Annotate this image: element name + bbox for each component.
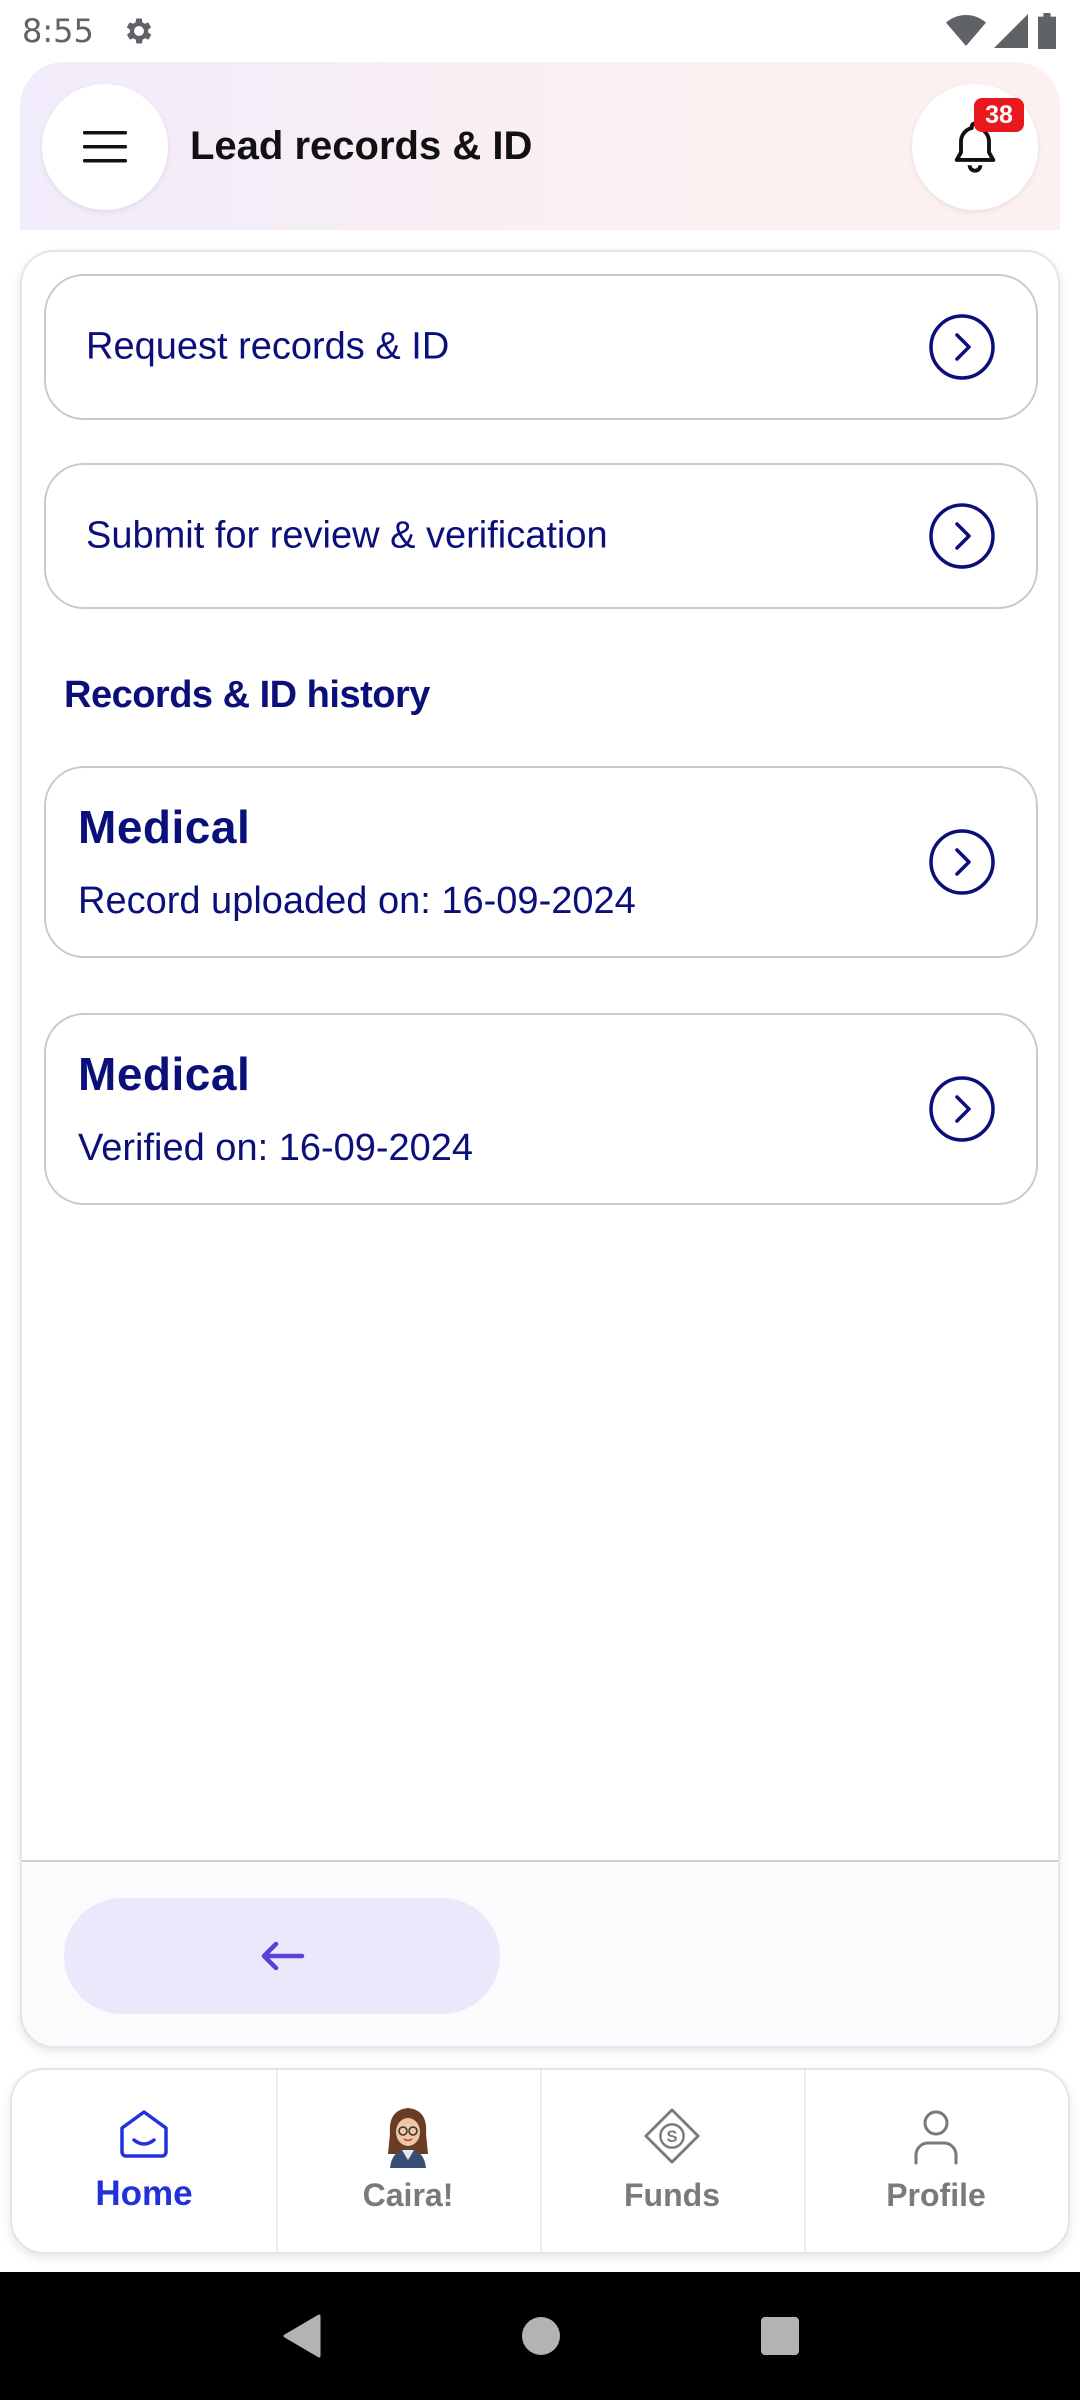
submit-review-card[interactable]: Submit for review & verification [44, 463, 1038, 609]
main-panel: Request records & ID Submit for review &… [20, 250, 1060, 2048]
history-item-title: Medical [78, 801, 251, 853]
request-records-card[interactable]: Request records & ID [44, 274, 1038, 420]
history-item-date: Verified on: 16-09-2024 [78, 1127, 474, 1169]
panel-footer [22, 1860, 1058, 2046]
submit-review-label: Submit for review & verification [86, 514, 608, 557]
notifications-button[interactable]: 38 [912, 84, 1038, 210]
arrow-left-icon [261, 1941, 305, 1971]
system-back-icon[interactable] [279, 2312, 323, 2360]
svg-text:S: S [667, 2128, 678, 2146]
chevron-right-circle-icon [929, 503, 995, 569]
chevron-right-circle-icon [929, 1076, 995, 1142]
system-recents-icon[interactable] [759, 2315, 801, 2357]
settings-gear-icon [126, 18, 152, 44]
page-title: Lead records & ID [190, 124, 533, 168]
app-header: Lead records & ID 38 [20, 62, 1060, 230]
nav-funds-label: Funds [624, 2177, 720, 2213]
funds-icon: S [644, 2108, 700, 2164]
nav-caira[interactable]: Caira! [276, 2070, 540, 2252]
notification-badge: 38 [974, 98, 1024, 132]
chevron-right-circle-icon [929, 829, 995, 895]
nav-home[interactable]: Home [12, 2070, 276, 2252]
request-records-label: Request records & ID [86, 325, 450, 368]
menu-button[interactable] [42, 84, 168, 210]
home-icon [120, 2110, 168, 2158]
nav-caira-label: Caira! [362, 2177, 454, 2213]
status-icons [946, 13, 1058, 49]
nav-funds[interactable]: S Funds [540, 2070, 804, 2252]
wifi-icon [946, 15, 986, 46]
history-item-title: Medical [78, 1048, 251, 1100]
hamburger-menu-icon [83, 131, 127, 163]
system-navigation-bar [0, 2272, 1080, 2400]
history-item-date: Record uploaded on: 16-09-2024 [78, 880, 636, 922]
history-item[interactable]: Medical Record uploaded on: 16-09-2024 [44, 766, 1038, 958]
history-item[interactable]: Medical Verified on: 16-09-2024 [44, 1013, 1038, 1205]
profile-icon [914, 2110, 958, 2165]
caira-avatar-icon [388, 2108, 428, 2168]
system-home-icon[interactable] [520, 2315, 562, 2357]
nav-profile-label: Profile [886, 2177, 986, 2213]
battery-icon [1038, 13, 1056, 49]
history-section-title: Records & ID history [64, 674, 430, 716]
chevron-right-circle-icon [929, 314, 995, 380]
signal-icon [994, 14, 1028, 48]
back-button[interactable] [64, 1898, 500, 2014]
nav-profile[interactable]: Profile [804, 2070, 1068, 2252]
status-time: 8:55 [22, 12, 94, 50]
bottom-navigation: Home Caira! S Funds Profile [10, 2068, 1070, 2254]
status-bar: 8:55 [0, 0, 1080, 62]
nav-home-label: Home [95, 2174, 193, 2213]
